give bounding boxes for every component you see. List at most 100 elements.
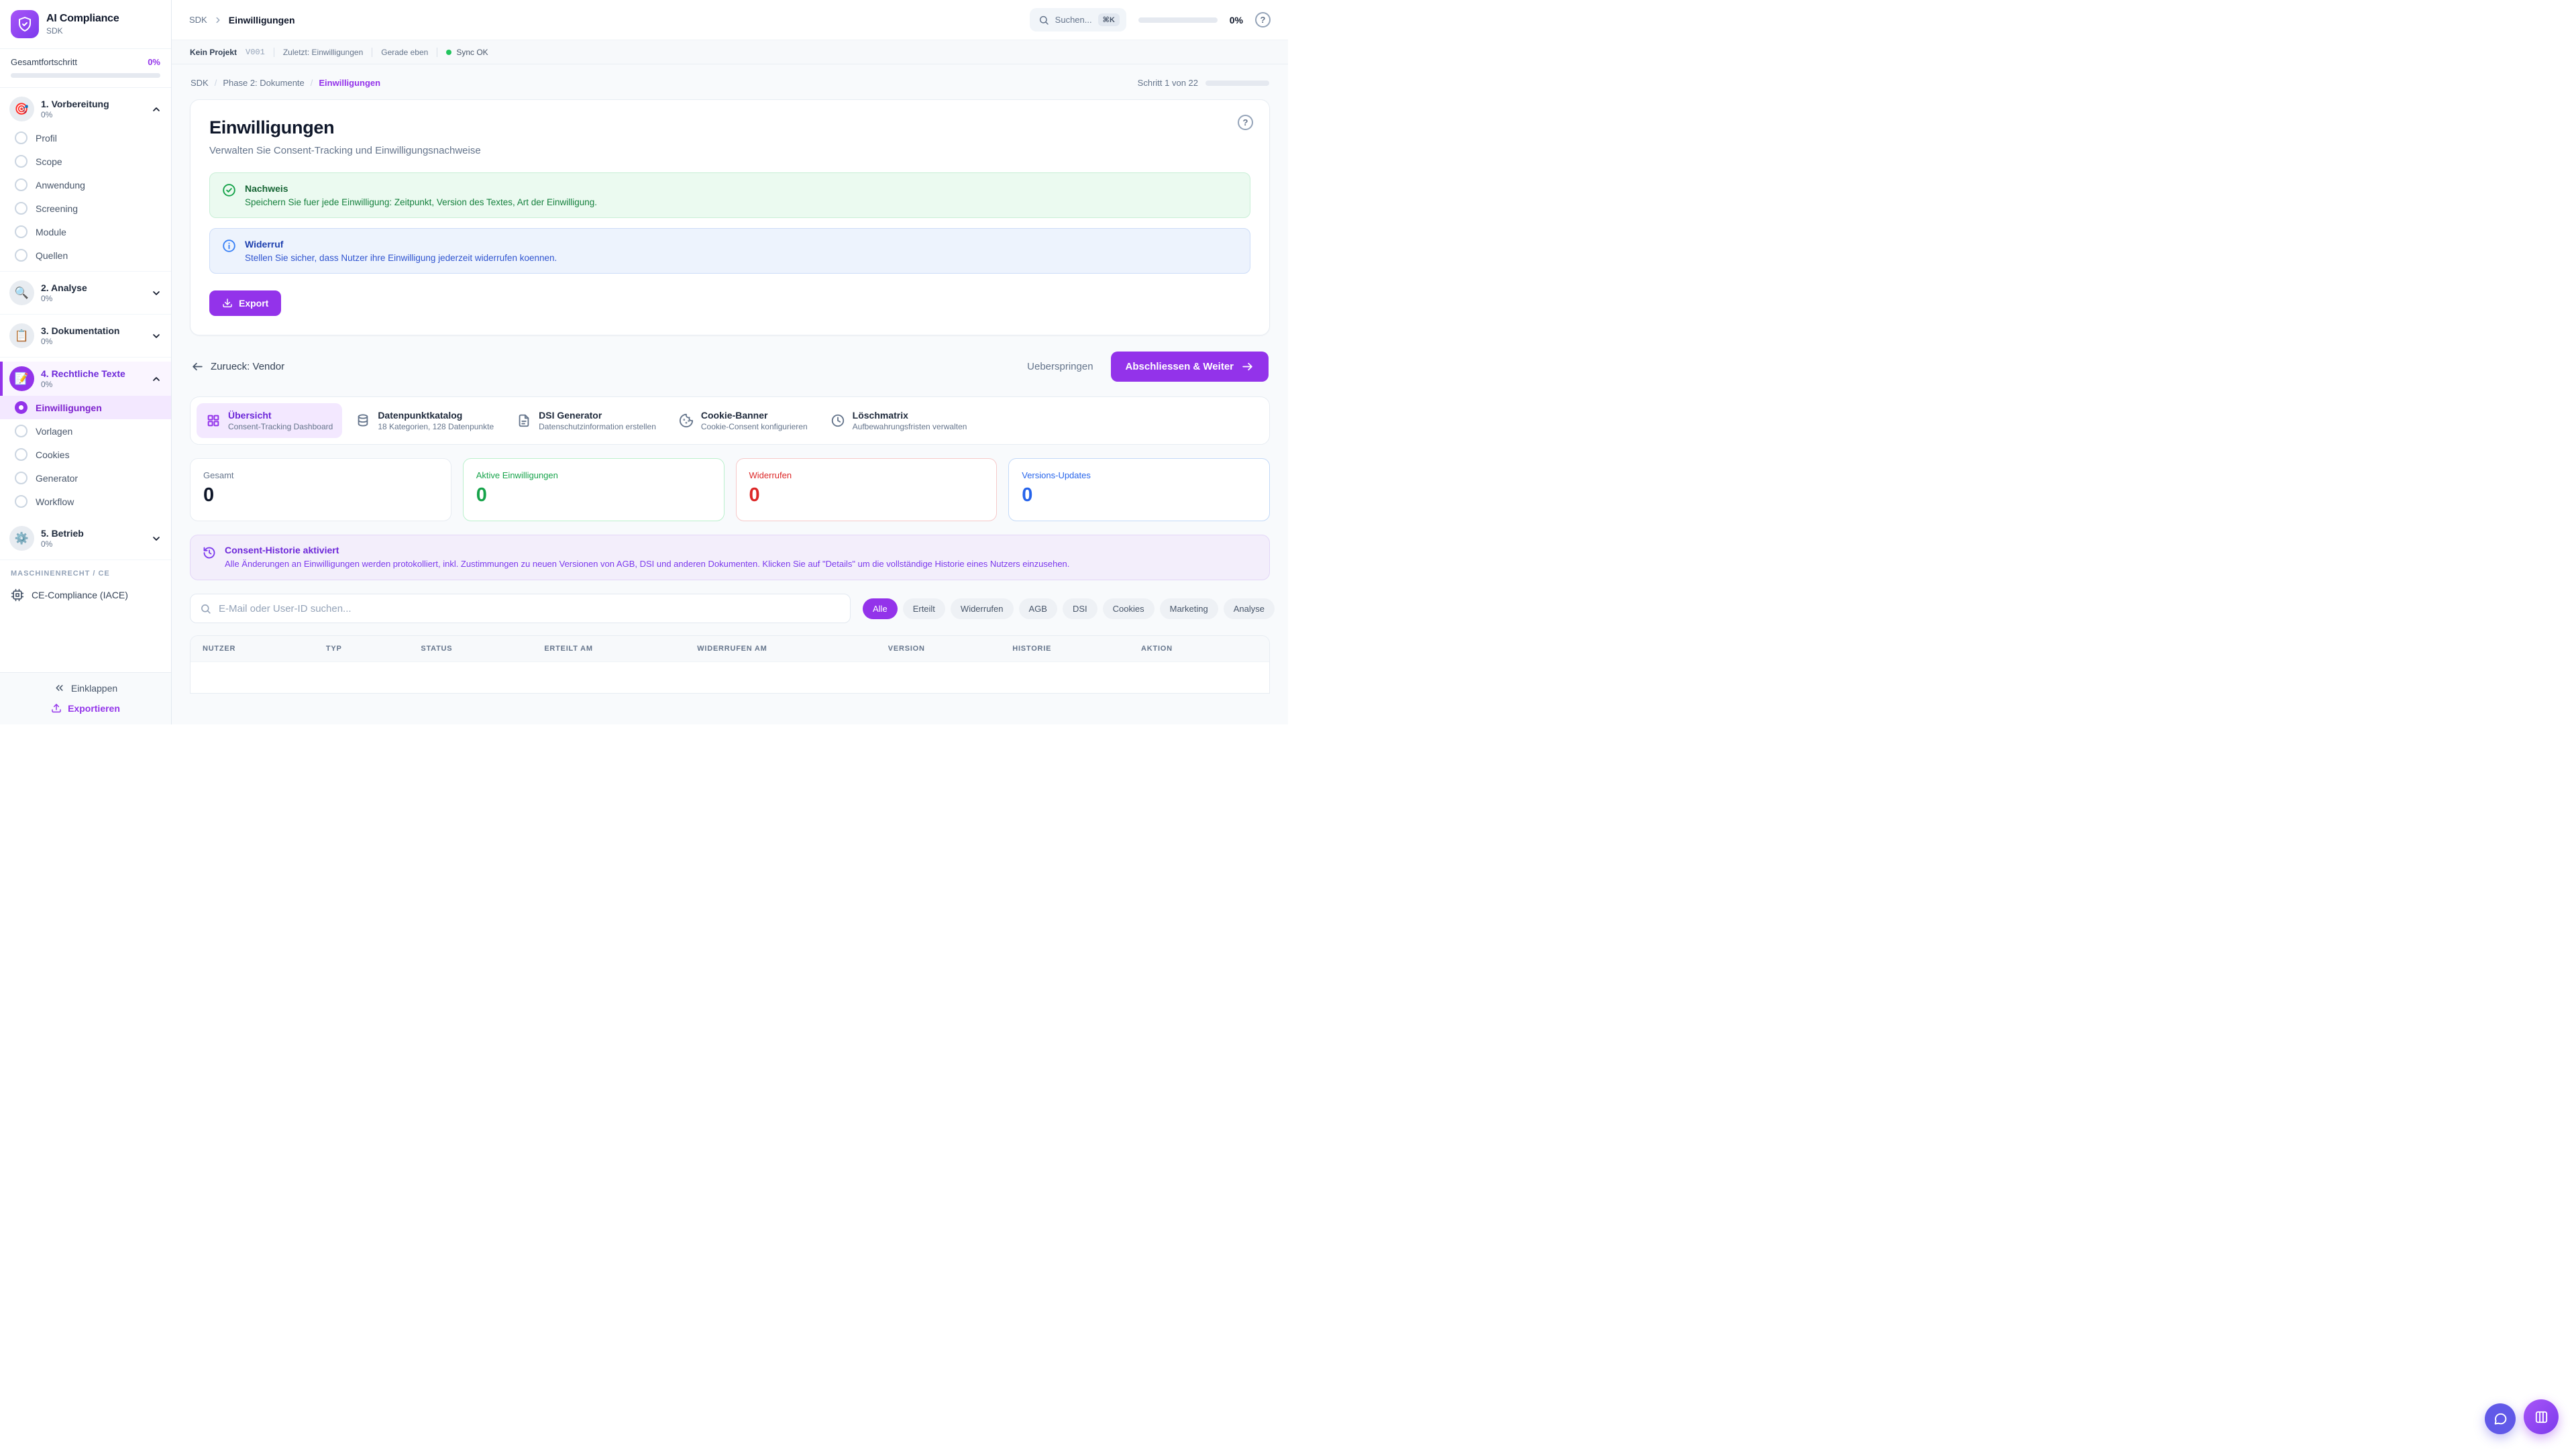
tab-cookie-banner[interactable]: Cookie-Banner Cookie-Consent konfigurier…: [669, 403, 817, 438]
nav-section-dokumentation-header[interactable]: 📋 3. Dokumentation 0%: [0, 319, 171, 353]
radio-off-icon: [15, 425, 28, 437]
search-icon: [200, 603, 211, 614]
breadcrumb-einwilligungen: Einwilligungen: [319, 78, 380, 88]
nav-section-vorbereitung-header[interactable]: 🎯 1. Vorbereitung 0%: [0, 92, 171, 126]
sidebar-export-button[interactable]: Exportieren: [51, 703, 120, 714]
sub-tabs: Übersicht Consent-Tracking Dashboard Dat…: [190, 396, 1270, 445]
nav-section-betrieb: ⚙️ 5. Betrieb 0%: [0, 517, 171, 560]
sidebar-item-einwilligungen[interactable]: Einwilligungen: [0, 396, 171, 419]
gear-emoji-icon: ⚙️: [9, 526, 34, 551]
chip-widerrufen[interactable]: Widerrufen: [951, 598, 1014, 619]
overall-progress: Gesamtfortschritt 0%: [0, 49, 171, 88]
board-fab-button[interactable]: [2524, 1399, 2559, 1434]
chip-alle[interactable]: Alle: [863, 598, 898, 619]
note-nachweis: Nachweis Speichern Sie fuer jede Einwill…: [209, 172, 1250, 218]
topbar-progress-bar: [1138, 17, 1218, 23]
stat-widerrufen: Widerrufen 0: [736, 458, 998, 521]
magnifier-emoji-icon: 🔍: [9, 280, 34, 305]
app-subtitle: SDK: [46, 26, 119, 36]
app-logo: [11, 10, 39, 38]
sidebar-item-anwendung[interactable]: Anwendung: [0, 173, 171, 197]
tab-uebersicht[interactable]: Übersicht Consent-Tracking Dashboard: [197, 403, 342, 438]
breadcrumb-sdk[interactable]: SDK: [191, 78, 209, 88]
nav-section-analyse-header[interactable]: 🔍 2. Analyse 0%: [0, 276, 171, 310]
nav-section-betrieb-header[interactable]: ⚙️ 5. Betrieb 0%: [0, 521, 171, 555]
chat-fab-button[interactable]: [2485, 1403, 2516, 1434]
sidebar-item-ce-compliance[interactable]: CE-Compliance (IACE): [0, 582, 171, 610]
app-root: AI Compliance SDK Gesamtfortschritt 0% 🎯…: [0, 0, 1288, 724]
user-search-field[interactable]: [190, 594, 851, 623]
breadcrumb-phase2[interactable]: Phase 2: Dokumente: [223, 78, 304, 88]
sidebar-footer: Einklappen Exportieren: [0, 672, 171, 724]
column-header-widerrufen-am: WIDERRUFEN AM: [697, 645, 888, 653]
clipboard-emoji-icon: 📋: [9, 323, 34, 348]
page-breadcrumb-row: SDK / Phase 2: Dokumente / Einwilligunge…: [190, 64, 1270, 99]
global-search-button[interactable]: Suchen... ⌘K: [1030, 8, 1126, 32]
sidebar-item-module[interactable]: Module: [0, 220, 171, 244]
column-header-aktion: AKTION: [1141, 645, 1257, 653]
nav-section-rechtliche-texte: 📝 4. Rechtliche Texte 0% Einwilligungen …: [0, 358, 171, 517]
chip-erteilt[interactable]: Erteilt: [903, 598, 945, 619]
card-help-icon[interactable]: ?: [1238, 115, 1253, 130]
sync-status: Sync OK: [446, 48, 488, 57]
column-header-status: STATUS: [421, 645, 544, 653]
history-banner-text: Alle Änderungen an Einwilligungen werden…: [225, 559, 1069, 569]
sidebar-item-vorlagen[interactable]: Vorlagen: [0, 419, 171, 443]
skip-button[interactable]: Ueberspringen: [1027, 361, 1093, 372]
note-widerruf-text: Stellen Sie sicher, dass Nutzer ihre Ein…: [245, 253, 557, 263]
arrow-right-icon: [1241, 360, 1254, 373]
tab-dsi-generator[interactable]: DSI Generator Datenschutzinformation ers…: [507, 403, 665, 438]
chip-agb[interactable]: AGB: [1019, 598, 1057, 619]
sidebar-item-screening[interactable]: Screening: [0, 197, 171, 220]
user-search-input[interactable]: [219, 603, 841, 614]
help-icon[interactable]: ?: [1255, 12, 1271, 28]
chip-dsi[interactable]: DSI: [1063, 598, 1097, 619]
breadcrumb-root[interactable]: SDK: [189, 15, 207, 25]
back-button[interactable]: Zurueck: Vendor: [191, 360, 284, 373]
radio-on-icon: [15, 401, 28, 414]
finish-and-next-button[interactable]: Abschliessen & Weiter: [1111, 352, 1269, 382]
shield-check-icon: [17, 16, 33, 32]
overall-progress-value: 0%: [148, 57, 160, 67]
sidebar-item-quellen[interactable]: Quellen: [0, 244, 171, 267]
history-icon: [203, 546, 216, 569]
nav-section-rechtliche-texte-header[interactable]: 📝 4. Rechtliche Texte 0%: [0, 362, 171, 396]
sidebar-item-profil[interactable]: Profil: [0, 126, 171, 150]
chip-analyse[interactable]: Analyse: [1224, 598, 1275, 619]
step-progress-bar: [1205, 80, 1269, 86]
section-percent: 0%: [41, 110, 144, 119]
sidebar-item-generator[interactable]: Generator: [0, 466, 171, 490]
sidebar-group-label: MASCHINENRECHT / CE: [0, 560, 171, 582]
memo-emoji-icon: 📝: [9, 366, 34, 391]
keyboard-shortcut-badge: ⌘K: [1098, 13, 1120, 26]
collapse-sidebar-button[interactable]: Einklappen: [54, 682, 117, 694]
tab-datenpunktkatalog[interactable]: Datenpunktkatalog 18 Kategorien, 128 Dat…: [346, 403, 503, 438]
status-bar: Kein Projekt V001 Zuletzt: Einwilligunge…: [172, 40, 1288, 64]
sidebar-item-cookies[interactable]: Cookies: [0, 443, 171, 466]
page-subtitle: Verwalten Sie Consent-Tracking und Einwi…: [209, 145, 1250, 156]
filter-row: Alle Erteilt Widerrufen AGB DSI Cookies …: [190, 594, 1270, 623]
upload-icon: [51, 703, 62, 714]
history-banner-title: Consent-Historie aktiviert: [225, 545, 1069, 555]
topbar: SDK Einwilligungen Suchen... ⌘K 0% ?: [172, 0, 1288, 40]
chip-marketing[interactable]: Marketing: [1160, 598, 1218, 619]
note-widerruf: Widerruf Stellen Sie sicher, dass Nutzer…: [209, 228, 1250, 274]
sidebar-item-workflow[interactable]: Workflow: [0, 490, 171, 513]
floating-buttons: [2485, 1399, 2559, 1434]
radio-off-icon: [15, 202, 28, 215]
chevron-up-icon: [151, 104, 162, 115]
export-button[interactable]: Export: [209, 290, 281, 316]
radio-off-icon: [15, 495, 28, 508]
target-icon: 🎯: [9, 97, 34, 121]
stat-aktive-einwilligungen: Aktive Einwilligungen 0: [463, 458, 724, 521]
content-scroll-area[interactable]: SDK / Phase 2: Dokumente / Einwilligunge…: [172, 64, 1288, 724]
tab-loeschmatrix[interactable]: Löschmatrix Aufbewahrungsfristen verwalt…: [821, 403, 977, 438]
column-header-historie: HISTORIE: [1012, 645, 1141, 653]
chip-cookies[interactable]: Cookies: [1103, 598, 1155, 619]
chevrons-left-icon: [54, 682, 65, 694]
cpu-icon: [11, 588, 24, 602]
filter-chips: Alle Erteilt Widerrufen AGB DSI Cookies …: [863, 598, 1275, 619]
sidebar-item-scope[interactable]: Scope: [0, 150, 171, 173]
step-indicator: Schritt 1 von 22: [1138, 78, 1198, 88]
radio-off-icon: [15, 472, 28, 484]
